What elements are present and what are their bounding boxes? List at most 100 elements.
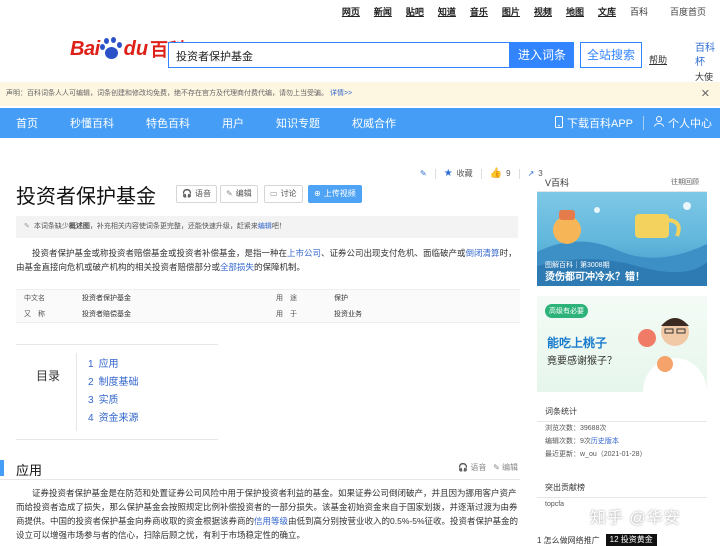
search-input[interactable]: 投资者保护基金 xyxy=(168,42,510,68)
notice-text: 声明：百科词条人人可编辑，词条创建和修改均免费，绝不存在官方及代理商付费代编，请… xyxy=(6,90,328,97)
summary-text: 投资者保护基金或称投资者赔偿基金或投资者补偿基金，是指一种在 xyxy=(32,248,288,258)
section-edit-button[interactable]: 编辑 xyxy=(502,463,518,472)
toplink-video[interactable]: 视频 xyxy=(534,5,552,18)
toc-item-number: 3 xyxy=(88,395,94,406)
section-voice-button[interactable]: 语音 xyxy=(470,463,486,472)
pencil-icon[interactable]: ✎ xyxy=(493,463,500,472)
notice-bar: 声明：百科词条人人可编辑，词条创建和修改均免费，绝不存在官方及代理商付费代编，请… xyxy=(0,82,720,106)
notice-more-link[interactable]: 详情>> xyxy=(330,90,352,97)
collect-label[interactable]: 收藏 xyxy=(457,168,473,179)
personal-center-link[interactable]: 个人中心 xyxy=(668,115,712,131)
tools-divider xyxy=(434,168,436,179)
top-links: 网页 新闻 贴吧 知道 音乐 图片 视频 地图 文库 百科 百度首页 xyxy=(328,5,706,18)
toc-item[interactable]: 1 应用 xyxy=(88,355,139,373)
toplink-home[interactable]: 百度首页 xyxy=(670,5,706,18)
nav-item-home[interactable]: 首页 xyxy=(16,115,38,131)
toplink-map[interactable]: 地图 xyxy=(566,5,584,18)
toc-item-number: 1 xyxy=(88,359,94,370)
v-baike-more-link[interactable]: 往期回顾 xyxy=(671,177,699,187)
stats-edits: 编辑次数：9次 xyxy=(545,438,591,445)
missing-image-hint: ✎ 本词条缺少概述图，补充相关内容使词条更完整，还能快速升级，赶紧来编辑吧！ xyxy=(16,216,518,238)
headphones-icon[interactable]: 🎧 xyxy=(458,463,468,472)
v-baike-panel: V百科 往期回顾 xyxy=(537,170,707,192)
headphones-icon: 🎧 xyxy=(182,189,192,198)
help-link[interactable]: 帮助 xyxy=(649,53,667,66)
card-subtitle: 竟要感谢猴子？ xyxy=(547,356,617,367)
hint-text-post: 吧！ xyxy=(271,223,286,230)
star-icon[interactable]: ★ xyxy=(444,168,453,179)
stats-title: 词条统计 xyxy=(537,402,707,422)
info-key: 用 途 xyxy=(276,295,297,302)
nav-item-users[interactable]: 用户 xyxy=(222,115,244,131)
discuss-button[interactable]: ▭ 讨论 xyxy=(264,185,303,203)
toc-item[interactable]: 2 制度基础 xyxy=(88,373,139,391)
enter-entry-button[interactable]: 进入词条 xyxy=(510,42,574,68)
nav-item-miaodong[interactable]: 秒懂百科 xyxy=(70,115,114,131)
nav-right: 下载百科APP 个人中心 xyxy=(554,108,712,138)
stats-views: 浏览次数：39688次 xyxy=(545,425,607,432)
info-key: 又 称 xyxy=(24,311,45,318)
ad-link-gold[interactable]: 12 投资黄金 xyxy=(605,534,657,546)
entry-summary: 投资者保护基金或称投资者赔偿基金或投资者补偿基金，是指一种在上市公司、证券公司出… xyxy=(16,246,520,274)
summary-link-total-loss[interactable]: 全部损失 xyxy=(220,262,254,272)
info-value: 投资者保护基金 xyxy=(82,295,131,302)
toplink-images[interactable]: 图片 xyxy=(502,5,520,18)
basic-info-box: 中文名 投资者保护基金 用 途 保护 又 称 投资者赔偿基金 用 于 投资业务 xyxy=(16,289,520,323)
toc-item-label: 应用 xyxy=(98,359,119,370)
voice-button-label: 语音 xyxy=(194,189,211,198)
toc-item[interactable]: 4 资金来源 xyxy=(88,409,139,427)
section-link-credit-rating[interactable]: 信用等级 xyxy=(254,516,288,526)
toplink-tieba[interactable]: 贴吧 xyxy=(406,5,424,18)
info-key: 用 于 xyxy=(276,311,297,318)
toplink-news[interactable]: 新闻 xyxy=(374,5,392,18)
v-baike-card-burn[interactable]: 图解百科｜第3008期 烫伤都可冲冷水？错！ xyxy=(537,192,707,286)
site-search-button[interactable]: 全站搜索 xyxy=(580,42,642,68)
card-caption: 烫伤都可冲冷水？错！ xyxy=(545,272,645,283)
toplink-web[interactable]: 网页 xyxy=(342,5,360,18)
thumbs-up-icon[interactable]: 👍 xyxy=(490,168,502,179)
edit-pen-icon[interactable]: ✎ xyxy=(420,169,427,178)
toplink-zhidao[interactable]: 知道 xyxy=(438,5,456,18)
toc-item[interactable]: 3 实质 xyxy=(88,391,139,409)
toplink-wenku[interactable]: 文库 xyxy=(598,5,616,18)
section-body: 证券投资者保护基金是在防范和处置证券公司风险中用于保护投资者利益的基金。如果证券… xyxy=(16,486,520,542)
nav-item-featured[interactable]: 特色百科 xyxy=(146,115,190,131)
info-value: 投资业务 xyxy=(334,311,362,318)
card-title: 能吃上桃子 xyxy=(547,336,608,350)
section-actions: 🎧 语音 ✎ 编辑 xyxy=(458,462,518,473)
hint-edit-link[interactable]: 编辑 xyxy=(258,223,272,230)
logo-bai-text: Bai xyxy=(70,37,100,60)
upload-video-button[interactable]: ⊕ 上传视频 xyxy=(308,185,362,203)
ad-link-promotion[interactable]: 1 怎么做网络推广 xyxy=(537,535,600,546)
page-title: 投资者保护基金 xyxy=(16,186,156,208)
toc-item-label: 实质 xyxy=(98,395,119,406)
toc-item-number: 2 xyxy=(88,377,94,388)
stats-updated: 最近更新：w_ou（2021-01-28） xyxy=(545,451,647,458)
summary-link-liquidation[interactable]: 倒闭清算 xyxy=(466,248,500,258)
toc-item-number: 4 xyxy=(88,413,94,424)
summary-text: 、证券公司出现支付危机、面临破产或 xyxy=(321,248,466,258)
info-key: 中文名 xyxy=(24,295,45,302)
close-icon[interactable]: ✕ xyxy=(701,82,710,106)
header-promo-line1: 百科杯 xyxy=(695,43,715,68)
contrib-title: 突出贡献榜 xyxy=(537,478,707,498)
share-icon[interactable]: ↗ xyxy=(528,169,535,178)
toplink-music[interactable]: 音乐 xyxy=(470,5,488,18)
summary-text: 的保障机制。 xyxy=(254,262,306,272)
v-baike-header: V百科 往期回顾 xyxy=(537,170,707,192)
nav-item-authority[interactable]: 权威合作 xyxy=(352,115,396,131)
table-of-contents: 目录 1 应用 2 制度基础 3 实质 4 资金来源 xyxy=(16,344,218,440)
v-baike-card-peach[interactable]: 高级有必要 能吃上桃子 竟要感谢猴子？ xyxy=(537,296,707,392)
voice-button[interactable]: 🎧 语音 xyxy=(176,185,217,203)
history-versions-link[interactable]: 历史版本 xyxy=(591,438,619,445)
v-baike-title: V百科 xyxy=(545,178,570,188)
toplink-baike[interactable]: 百科 xyxy=(630,5,648,18)
nav-item-topics[interactable]: 知识专题 xyxy=(276,115,320,131)
download-app-link[interactable]: 下载百科APP xyxy=(567,115,633,131)
edit-button-label: 编辑 xyxy=(235,189,252,198)
logo-du-text: du xyxy=(123,37,149,60)
section-accent-bar xyxy=(0,460,4,476)
edit-button[interactable]: ✎ 编辑 xyxy=(220,185,258,203)
like-count: 9 xyxy=(506,169,511,178)
summary-link-listed-company[interactable]: 上市公司 xyxy=(287,248,321,258)
